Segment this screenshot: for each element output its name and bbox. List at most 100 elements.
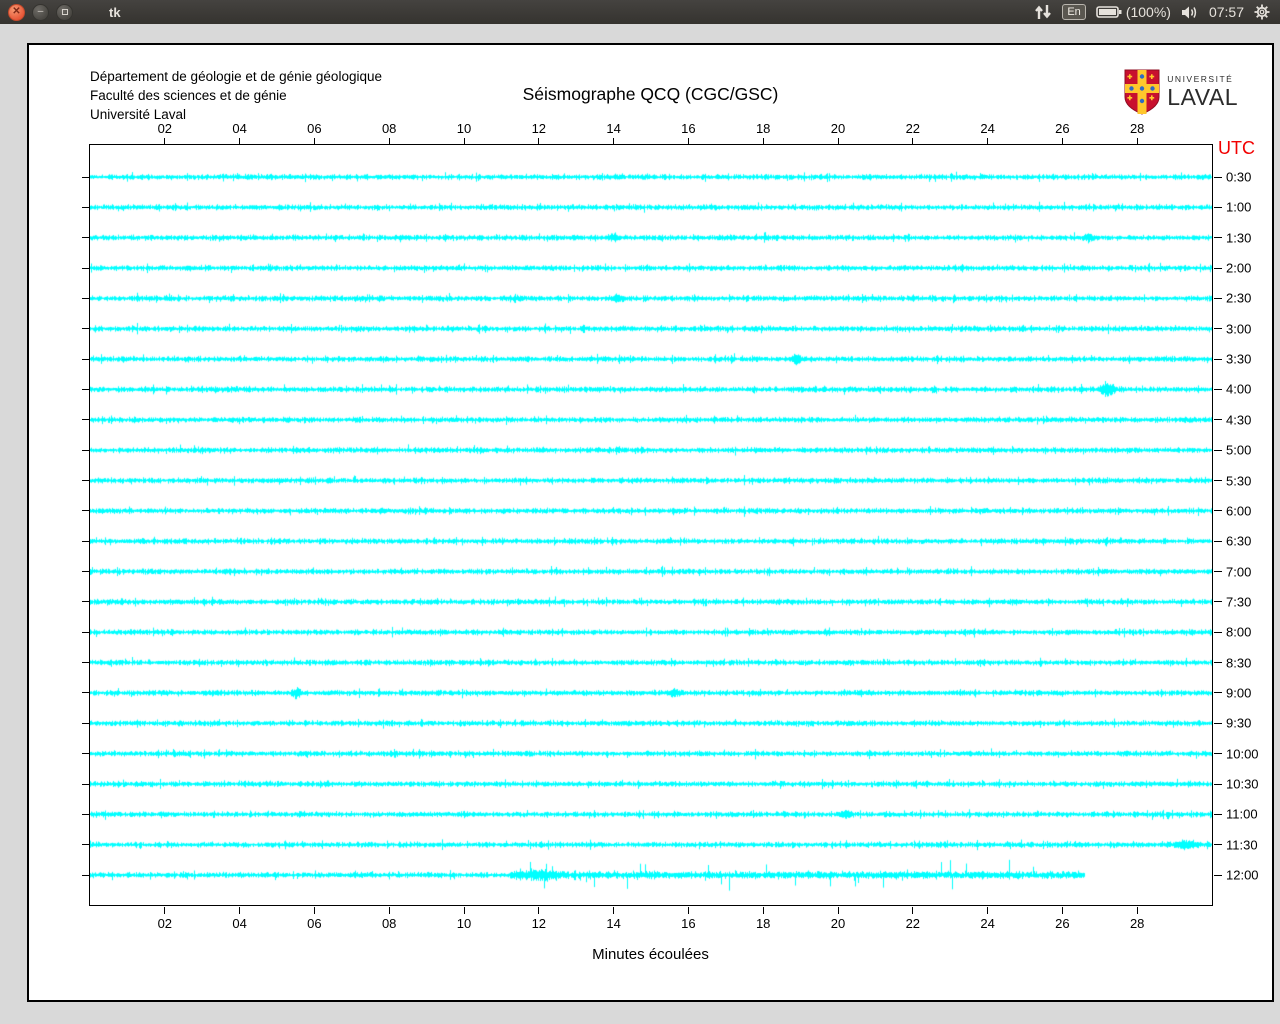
- utc-time-label: 7:00: [1226, 564, 1252, 580]
- x-axis-tick-bottom: [912, 907, 914, 914]
- utc-time-label: 1:00: [1226, 199, 1252, 215]
- minimize-button[interactable]: –: [32, 3, 49, 21]
- x-axis-tick-top: [239, 138, 241, 145]
- trace-tick-left: [82, 480, 90, 481]
- x-axis-tick-top: [613, 138, 615, 145]
- trace-tick-left: [82, 206, 90, 208]
- trace-tick-left: [82, 388, 90, 390]
- trace-tick-left: [82, 662, 90, 664]
- x-axis-label-bottom: 08: [381, 916, 397, 931]
- trace-tick-right: [1214, 388, 1222, 390]
- maximize-button[interactable]: [56, 3, 73, 21]
- utc-time-label: 9:00: [1226, 685, 1252, 701]
- trace-tick-right: [1214, 692, 1222, 694]
- x-axis-tick-bottom: [613, 907, 615, 914]
- trace-tick-left: [82, 571, 90, 573]
- x-axis-tick-bottom: [538, 907, 540, 914]
- x-axis-label-bottom: 12: [531, 916, 547, 931]
- trace-tick-left: [82, 722, 90, 724]
- trace-tick-right: [1214, 631, 1222, 633]
- x-axis-label-top: 06: [307, 121, 322, 136]
- x-axis-tick-bottom: [388, 907, 390, 914]
- trace-tick-right: [1214, 206, 1222, 208]
- trace-tick-left: [82, 237, 90, 239]
- trace-tick-left: [82, 176, 90, 178]
- utc-time-label: 5:30: [1226, 473, 1252, 488]
- utc-time-label: 10:30: [1226, 776, 1259, 792]
- volume-icon[interactable]: [1181, 5, 1199, 20]
- header-department: Département de géologie et de génie géol…: [90, 69, 382, 84]
- x-axis-tick-bottom: [239, 907, 241, 914]
- window-title: tk: [109, 4, 121, 20]
- trace-tick-right: [1214, 662, 1222, 664]
- utc-time-label: 8:30: [1226, 655, 1252, 671]
- tk-window: Département de géologie et de génie géol…: [27, 43, 1274, 1002]
- utc-time-label: 11:00: [1226, 806, 1258, 822]
- x-axis-label-top: 18: [755, 121, 771, 136]
- x-axis-label-bottom: 26: [1055, 916, 1070, 931]
- network-arrows-icon[interactable]: [1034, 4, 1052, 20]
- x-axis-label-top: 02: [157, 121, 173, 136]
- x-axis-tick-top: [388, 138, 390, 145]
- x-axis-label-bottom: 24: [980, 916, 995, 931]
- utc-axis-title: UTC: [1218, 138, 1255, 158]
- session-gear-icon[interactable]: [1254, 4, 1270, 20]
- trace-tick-left: [82, 297, 90, 299]
- battery-icon[interactable]: [1096, 5, 1122, 19]
- trace-tick-right: [1214, 480, 1222, 481]
- x-axis-label-top: 22: [905, 121, 921, 136]
- keyboard-layout-indicator[interactable]: En: [1062, 4, 1086, 20]
- x-axis-label-bottom: 28: [1129, 916, 1145, 931]
- x-axis-tick-bottom: [313, 907, 315, 914]
- x-axis-label-top: 08: [381, 121, 397, 136]
- utc-time-label: 8:00: [1226, 624, 1252, 640]
- x-axis-tick-bottom: [463, 907, 465, 914]
- trace-tick-left: [82, 267, 90, 269]
- utc-time-label: 2:00: [1226, 260, 1252, 276]
- utc-time-label: 6:00: [1226, 503, 1252, 519]
- universite-laval-logo: UNIVERSITÉ LAVAL: [1123, 69, 1238, 115]
- trace-tick-left: [82, 692, 90, 694]
- x-axis-label-bottom: 20: [830, 916, 846, 931]
- trace-tick-right: [1214, 540, 1222, 542]
- x-axis-label-top: 14: [606, 121, 621, 136]
- window-controls: ✕ –: [0, 3, 73, 21]
- trace-tick-right: [1214, 874, 1222, 876]
- utc-time-label: 6:30: [1226, 533, 1252, 549]
- x-axis-label-top: 10: [456, 121, 472, 136]
- trace-tick-left: [82, 631, 90, 633]
- trace-tick-left: [82, 358, 90, 360]
- trace-tick-left: [82, 753, 90, 755]
- x-axis-tick-top: [837, 138, 839, 145]
- clock[interactable]: 07:57: [1209, 4, 1244, 20]
- trace-tick-left: [82, 844, 90, 846]
- x-axis-tick-top: [1136, 138, 1138, 145]
- close-button[interactable]: ✕: [8, 3, 25, 21]
- utc-time-label: 11:30: [1226, 837, 1258, 853]
- x-axis-tick-top: [987, 138, 989, 145]
- utc-time-label: 4:30: [1226, 412, 1252, 428]
- trace-tick-right: [1214, 267, 1222, 269]
- x-axis-tick-bottom: [762, 907, 764, 914]
- trace-tick-right: [1214, 237, 1222, 239]
- plot-title: Séismographe QCQ (CGC/GSC): [522, 84, 779, 104]
- x-axis-label-bottom: 02: [157, 916, 173, 931]
- trace-tick-right: [1214, 510, 1222, 512]
- trace-tick-right: [1214, 783, 1222, 785]
- trace-tick-left: [82, 874, 90, 876]
- x-axis-label-top: 16: [681, 121, 696, 136]
- x-axis-tick-bottom: [1136, 907, 1138, 914]
- x-axis-label-bottom: 10: [456, 916, 472, 931]
- utc-time-label: 3:30: [1226, 351, 1252, 367]
- trace-tick-right: [1214, 328, 1222, 330]
- x-axis-tick-top: [313, 138, 315, 145]
- trace-tick-left: [82, 328, 90, 330]
- utc-time-label: 12:00: [1226, 867, 1259, 883]
- trace-tick-left: [82, 783, 90, 785]
- trace-tick-left: [82, 813, 90, 815]
- trace-tick-right: [1214, 813, 1222, 815]
- trace-tick-right: [1214, 844, 1222, 846]
- x-axis-label-top: 04: [232, 121, 247, 136]
- x-axis-label-top: 26: [1055, 121, 1070, 136]
- x-axis-label-top: 12: [531, 121, 547, 136]
